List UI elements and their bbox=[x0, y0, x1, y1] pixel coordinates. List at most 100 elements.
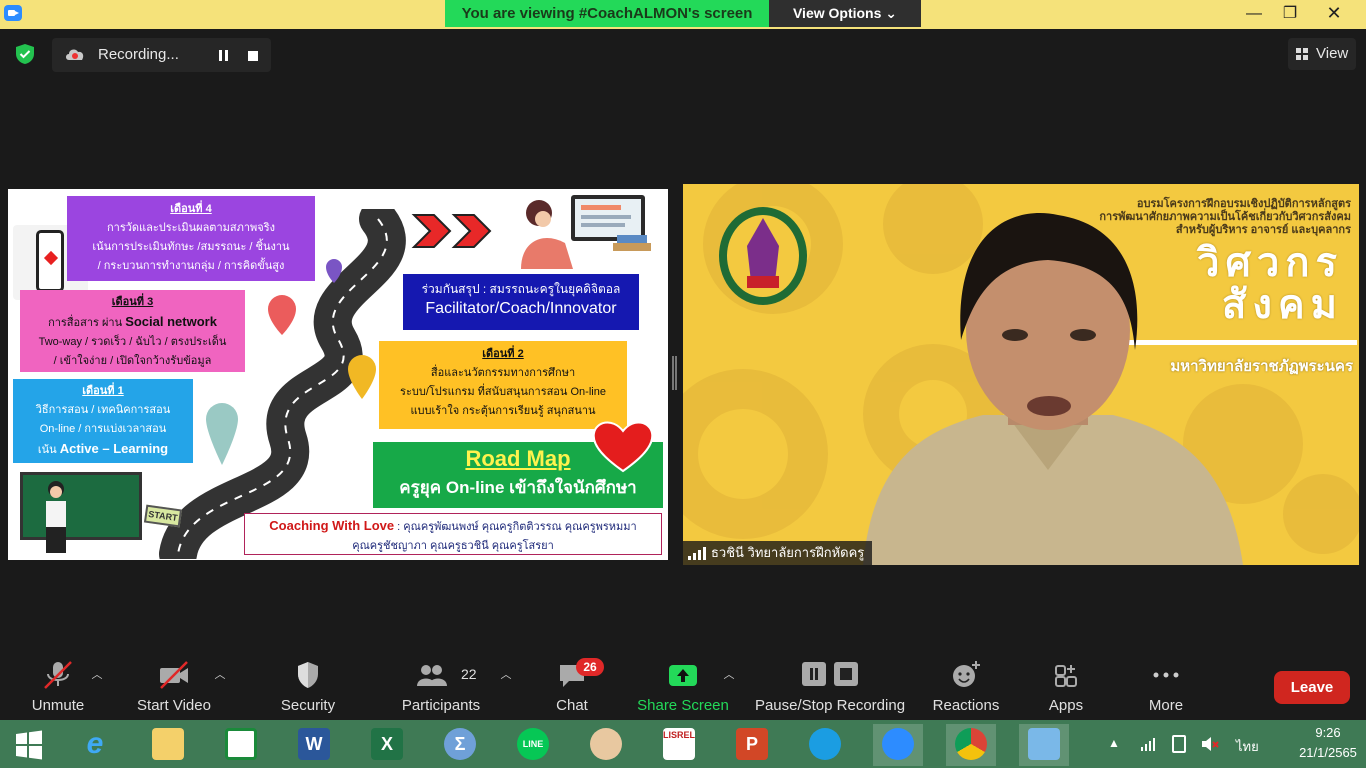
participants-button[interactable]: Participants bbox=[398, 648, 484, 720]
participants-caret-icon[interactable]: ︿ bbox=[499, 670, 513, 681]
unmute-button[interactable]: Unmute bbox=[22, 648, 94, 720]
zoom-window: You are viewing #CoachALMON's screen Vie… bbox=[0, 0, 1366, 768]
month-4-line-3: / กระบวนการทำงานกลุ่ม / การคิดขั้นสูง bbox=[97, 260, 285, 272]
network-signal-icon[interactable] bbox=[1140, 736, 1156, 752]
start-button[interactable] bbox=[4, 724, 54, 766]
taskbar-excel[interactable]: X bbox=[362, 724, 412, 766]
more-dots-icon bbox=[1153, 672, 1179, 678]
grid-icon bbox=[1296, 48, 1308, 60]
pause-stop-recording-button[interactable]: Pause/Stop Recording bbox=[752, 648, 908, 720]
taskbar-line[interactable]: LINE bbox=[508, 724, 558, 766]
share-options-caret-icon[interactable]: ︿ bbox=[722, 670, 736, 681]
participant-video[interactable]: อบรมโครงการฝึกอบรมเชิงปฏิบัติการหลักสูตร… bbox=[683, 184, 1359, 565]
view-label: View bbox=[1316, 45, 1349, 62]
battery-icon[interactable] bbox=[1172, 735, 1186, 753]
meeting-toolbar: Unmute ︿ Start Video ︿ Security Particip… bbox=[0, 648, 1366, 720]
apps-button[interactable]: Apps bbox=[1034, 648, 1098, 720]
recording-label: Recording... bbox=[98, 46, 179, 63]
split-view-divider[interactable] bbox=[672, 356, 677, 390]
powerpoint-icon: P bbox=[736, 728, 768, 760]
taskbar-zoom[interactable] bbox=[873, 724, 923, 766]
road-map-subtitle: ครูยุค On-line เข้าถึงใจนักศึกษา bbox=[399, 478, 637, 497]
month-4-heading: เดือนที่ 4 bbox=[170, 203, 212, 215]
security-button[interactable]: Security bbox=[274, 648, 342, 720]
chevron-arrows-illustration bbox=[411, 214, 492, 248]
input-language-indicator[interactable]: ไทย bbox=[1236, 736, 1259, 757]
taskbar-edge[interactable] bbox=[800, 724, 850, 766]
participants-icon bbox=[416, 665, 447, 686]
unmute-label: Unmute bbox=[31, 697, 85, 714]
pause-stop-icons bbox=[802, 662, 858, 686]
apps-label: Apps bbox=[1048, 697, 1084, 714]
chat-unread-badge: 26 bbox=[576, 658, 604, 676]
month-2-line-2: ระบบ/โปรแกรม ที่สนับสนุนการสอน On-line bbox=[400, 386, 606, 398]
summary-line-1: ร่วมกันสรุป : สมรรถนะครูในยุคดิจิตอล bbox=[421, 282, 621, 296]
audio-options-caret-icon[interactable]: ︿ bbox=[90, 670, 104, 681]
clock-time[interactable]: 9:26 bbox=[1296, 725, 1360, 740]
shared-screen-slide: เดือนที่ 4 การวัดและประเมินผลตามสภาพจริง… bbox=[8, 189, 668, 560]
teacher-illustration bbox=[46, 481, 66, 553]
view-options-button[interactable]: View Options ⌄ bbox=[769, 0, 921, 27]
taskbar-file-explorer[interactable] bbox=[143, 724, 193, 766]
windows-logo-icon bbox=[16, 730, 42, 760]
clock-date[interactable]: 21/1/2565 bbox=[1296, 745, 1360, 760]
month-3-line-3: / เข้าใจง่าย / เปิดใจกว้างรับข้อมูล bbox=[53, 355, 212, 367]
month-1-box: เดือนที่ 1 วิธีการสอน / เทคนิคการสอน On-… bbox=[13, 379, 193, 463]
taskbar-control-panel[interactable] bbox=[1019, 724, 1069, 766]
stop-recording-icon[interactable] bbox=[246, 49, 260, 63]
pause-recording-icon[interactable] bbox=[208, 47, 238, 65]
taskbar-chrome[interactable] bbox=[946, 724, 996, 766]
coaching-line-1: Coaching With Love : คุณครูพัฒนพงษ์ คุณค… bbox=[245, 516, 661, 537]
taskbar-lisrel[interactable]: LISREL bbox=[654, 724, 704, 766]
close-button[interactable]: ✕ bbox=[1314, 0, 1354, 27]
volume-muted-icon[interactable] bbox=[1201, 736, 1219, 752]
coaching-names-1: : คุณครูพัฒนพงษ์ คุณครูกิตติวรรณ คุณครูพ… bbox=[394, 521, 637, 533]
folder-icon bbox=[152, 728, 184, 760]
start-video-button[interactable]: Start Video bbox=[132, 648, 216, 720]
leave-button[interactable]: Leave bbox=[1274, 671, 1350, 704]
taskbar-math-app[interactable]: Σ bbox=[435, 724, 485, 766]
minimize-button[interactable]: — bbox=[1234, 0, 1274, 27]
view-layout-button[interactable]: View bbox=[1288, 38, 1356, 70]
smiley-plus-icon bbox=[953, 661, 980, 687]
month-2-line-1: สื่อและนวัตกรรมทางการศึกษา bbox=[430, 367, 576, 379]
taskbar-internet-explorer[interactable]: e bbox=[70, 724, 120, 766]
store-bag-icon bbox=[225, 728, 257, 760]
coaching-line-2: คุณครูชัชญาภา คุณครูธวชินี คุณครูโสรยา bbox=[352, 540, 554, 552]
month-2-heading: เดือนที่ 2 bbox=[482, 348, 524, 360]
month-3-emphasis: Social network bbox=[125, 314, 217, 329]
windows-taskbar: e W X Σ LINE LISREL P bbox=[0, 720, 1366, 768]
taskbar-store[interactable] bbox=[216, 724, 266, 766]
more-label: More bbox=[1148, 697, 1184, 714]
encryption-shield-icon[interactable] bbox=[14, 43, 36, 65]
month-1-prefix: เน้น bbox=[37, 444, 60, 456]
girl-at-computer-illustration bbox=[521, 195, 651, 269]
month-3-box: เดือนที่ 3 การสื่อสาร ผ่าน Social networ… bbox=[20, 290, 245, 372]
month-1-emphasis: Active – Learning bbox=[59, 441, 169, 456]
lisrel-icon: LISREL bbox=[663, 728, 695, 760]
taskbar-paint[interactable] bbox=[581, 724, 631, 766]
reactions-label: Reactions bbox=[932, 697, 1000, 714]
video-options-caret-icon[interactable]: ︿ bbox=[213, 670, 227, 681]
participants-count: 22 bbox=[461, 666, 477, 682]
reactions-button[interactable]: Reactions bbox=[928, 648, 1004, 720]
pause-stop-label: Pause/Stop Recording bbox=[754, 697, 906, 714]
zoom-logo-icon bbox=[4, 5, 22, 21]
month-3-line-2: Two-way / รวดเร็ว / ฉับไว / ตรงประเด็น bbox=[38, 336, 227, 348]
paint-palette-icon bbox=[590, 728, 622, 760]
recording-indicator: Recording... bbox=[52, 38, 271, 72]
taskbar-word[interactable]: W bbox=[289, 724, 339, 766]
tray-overflow-chevron-icon[interactable]: ▲ bbox=[1108, 736, 1120, 750]
taskbar-powerpoint[interactable]: P bbox=[727, 724, 777, 766]
internet-explorer-icon: e bbox=[86, 727, 104, 760]
apps-icon bbox=[1055, 665, 1077, 687]
share-screen-icon bbox=[669, 665, 697, 686]
word-icon: W bbox=[298, 728, 330, 760]
maximize-button[interactable]: ❐ bbox=[1270, 0, 1310, 27]
month-4-line-1: การวัดและประเมินผลตามสภาพจริง bbox=[106, 222, 275, 234]
share-screen-button[interactable]: Share Screen bbox=[634, 648, 732, 720]
shield-icon bbox=[298, 662, 318, 688]
more-button[interactable]: More bbox=[1134, 648, 1198, 720]
line-app-icon: LINE bbox=[517, 728, 549, 760]
coaching-credits-box: Coaching With Love : คุณครูพัฒนพงษ์ คุณค… bbox=[244, 513, 662, 555]
